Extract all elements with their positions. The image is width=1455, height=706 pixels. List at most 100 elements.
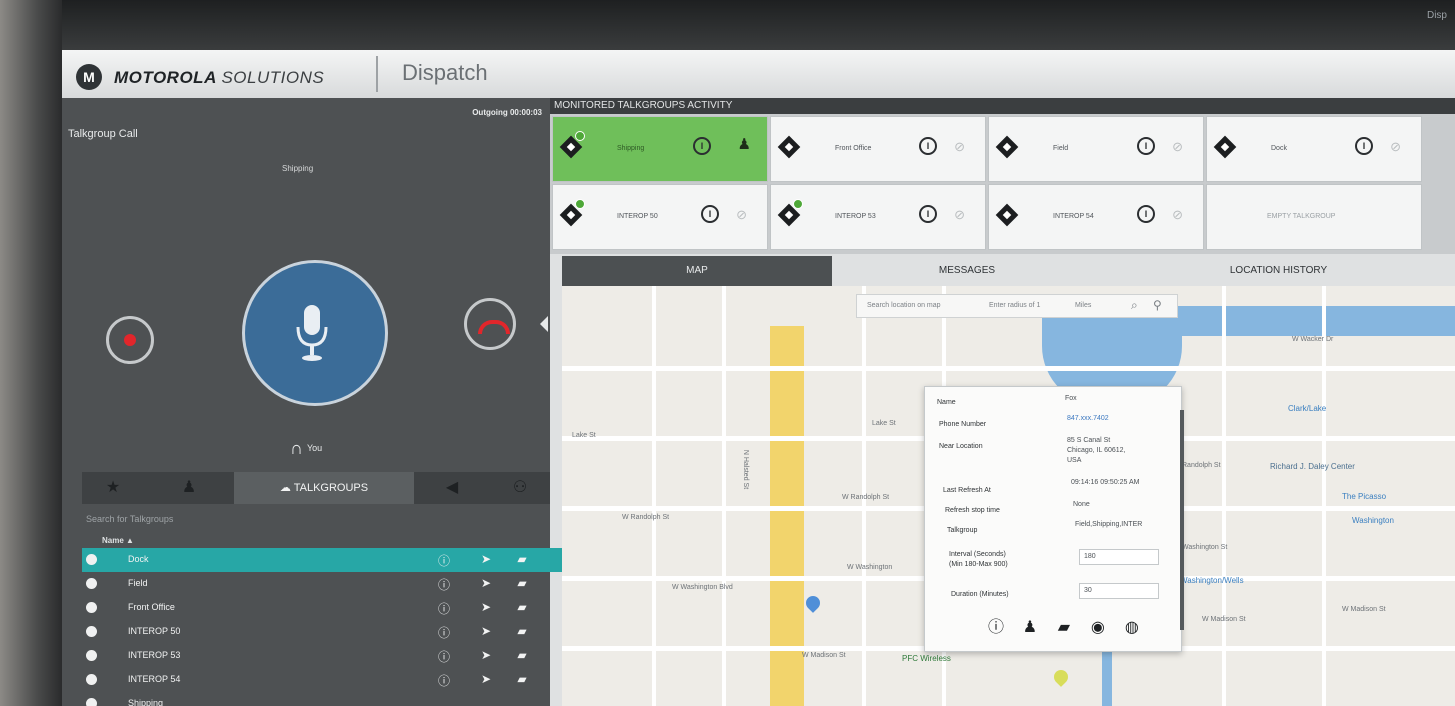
resource-tabs: ★ ♟ ☁ TALKGROUPS ◀ ⚇ (82, 472, 550, 504)
mute-icon[interactable]: ⊘ (1172, 207, 1183, 223)
map-poi[interactable]: Clark/Lake (1288, 404, 1326, 413)
talkgroup-tile[interactable]: INTEROP 50 I ⊘ (552, 184, 768, 250)
radius-unit-select[interactable]: Miles (1075, 302, 1091, 309)
list-item[interactable]: Dock ⓘ ➤ ▰ (82, 548, 570, 572)
map-poi[interactable]: The Picasso (1342, 492, 1386, 501)
alert-bell-icon[interactable]: ♟ (1019, 617, 1041, 639)
near-location-line3: USA (1067, 457, 1082, 464)
duration-input[interactable]: 30 (1079, 583, 1159, 599)
sort-by-name[interactable]: Name ▲ (102, 536, 134, 545)
mute-icon[interactable]: ⊘ (1390, 139, 1401, 155)
message-icon[interactable]: ▰ (514, 672, 530, 686)
ptt-icon[interactable]: I (919, 137, 937, 155)
phone-value[interactable]: 847.xxx.7402 (1067, 415, 1109, 422)
empty-talkgroup-tile[interactable]: EMPTY TALKGROUP (1206, 184, 1422, 250)
ptt-icon[interactable]: ⓘ (436, 600, 452, 617)
ptt-icon[interactable]: ⓘ (436, 576, 452, 593)
message-icon[interactable]: ▰ (514, 624, 530, 638)
ptt-icon[interactable]: ⓘ (985, 617, 1007, 639)
unit-location-marker-icon[interactable] (1051, 667, 1071, 687)
call-icon[interactable]: ◉ (1087, 617, 1109, 639)
tab-map[interactable]: MAP (562, 256, 832, 286)
mute-icon[interactable]: ⊘ (954, 207, 965, 223)
tab-contacts[interactable]: ⚇ (490, 472, 550, 504)
ptt-icon[interactable]: ⓘ (436, 624, 452, 641)
message-icon[interactable]: ▰ (1053, 617, 1075, 639)
street-label: Randolph St (1182, 462, 1221, 469)
ptt-icon[interactable]: I (1137, 137, 1155, 155)
location-arrow-icon[interactable]: ➤ (478, 600, 494, 614)
tab-messages[interactable]: MESSAGES (832, 256, 1102, 286)
tab-location-history[interactable]: LOCATION HISTORY (1102, 256, 1455, 286)
mute-icon[interactable]: ⊘ (954, 139, 965, 155)
location-arrow-icon[interactable]: ➤ (478, 624, 494, 638)
location-arrow-icon[interactable]: ➤ (478, 576, 494, 590)
map-search-input[interactable]: Search location on map (867, 302, 941, 309)
app-header: M MOTOROLA SOLUTIONS Dispatch (62, 50, 1455, 99)
list-item[interactable]: Field ⓘ ➤ ▰ (82, 572, 570, 596)
list-item[interactable]: Front Office ⓘ ➤ ▰ (82, 596, 570, 620)
message-icon[interactable]: ▰ (514, 576, 530, 590)
tab-users[interactable]: ♟ (144, 472, 234, 504)
talkgroup-tile[interactable]: Shipping I ♟ (552, 116, 768, 182)
list-item[interactable]: Shipping (82, 692, 570, 706)
collapse-panel-arrow[interactable] (540, 316, 548, 332)
ptt-icon[interactable]: ⓘ (436, 672, 452, 689)
record-button[interactable] (106, 316, 154, 364)
message-icon[interactable]: ▰ (514, 552, 530, 566)
speaker-person-icon: ♟ (737, 136, 751, 153)
tab-favorites[interactable]: ★ (82, 472, 144, 504)
megaphone-icon: ◀ (445, 479, 459, 496)
message-icon[interactable]: ▰ (514, 648, 530, 662)
ptt-icon[interactable]: I (693, 137, 711, 155)
list-item[interactable]: INTEROP 50 ⓘ ➤ ▰ (82, 620, 570, 644)
ptt-icon[interactable]: ⓘ (436, 648, 452, 665)
mute-icon[interactable]: ⊘ (1172, 139, 1183, 155)
list-item[interactable]: INTEROP 53 ⓘ ➤ ▰ (82, 644, 570, 668)
contacts-icon: ⚇ (512, 479, 528, 496)
map-marker-icon[interactable] (803, 593, 823, 613)
location-arrow-icon[interactable]: ➤ (478, 648, 494, 662)
end-call-button[interactable] (464, 298, 516, 350)
tab-talkgroups[interactable]: ☁ TALKGROUPS (234, 472, 414, 504)
talkgroup-tile[interactable]: Dock I ⊘ (1206, 116, 1422, 182)
talkgroup-value: Field,Shipping,INTER (1075, 521, 1143, 528)
message-icon[interactable]: ▰ (514, 600, 530, 614)
map-poi[interactable]: Washington/Wells (1180, 576, 1244, 585)
status-dot-icon (86, 650, 97, 661)
ptt-icon[interactable]: I (701, 205, 719, 223)
location-arrow-icon[interactable]: ➤ (478, 552, 494, 566)
talkgroup-tile[interactable]: INTEROP 54 I ⊘ (988, 184, 1204, 250)
mute-icon[interactable]: ⊘ (736, 207, 747, 223)
you-label: You (306, 442, 323, 453)
monitor-icon[interactable]: ◍ (1121, 617, 1143, 639)
ptt-icon[interactable]: I (1137, 205, 1155, 223)
hang-up-icon (478, 320, 510, 334)
list-item[interactable]: INTEROP 54 ⓘ ➤ ▰ (82, 668, 570, 692)
interval-input[interactable]: 180 (1079, 549, 1159, 565)
location-arrow-icon[interactable]: ➤ (478, 672, 494, 686)
monitored-talkgroups-grid: Shipping I ♟ Front Office I ⊘ Field I ⊘ … (550, 114, 1455, 254)
talkgroup-tile[interactable]: Front Office I ⊘ (770, 116, 986, 182)
status-dot-icon (86, 554, 97, 565)
search-icon[interactable]: ⌕ (1131, 298, 1138, 313)
ptt-icon[interactable]: I (919, 205, 937, 223)
last-refresh-label: Last Refresh At (943, 487, 991, 494)
popup-scrollbar[interactable] (1180, 410, 1184, 630)
push-to-talk-button[interactable] (242, 260, 388, 406)
tab-talkgroups-label: TALKGROUPS (293, 482, 369, 494)
talkgroup-search-input[interactable]: Search for Talkgroups (86, 514, 173, 524)
ptt-icon[interactable]: I (1355, 137, 1373, 155)
talkgroup-tile[interactable]: INTEROP 53 I ⊘ (770, 184, 986, 250)
user-icon: ♟ (181, 479, 197, 496)
map-view[interactable]: Lake St Lake St W Randolph St W Randolph… (562, 286, 1455, 706)
radius-input[interactable]: Enter radius of 1 (989, 302, 1040, 309)
pin-icon[interactable]: ⚲ (1153, 298, 1162, 312)
talkgroup-name: Front Office (128, 602, 175, 612)
map-poi[interactable]: Richard J. Daley Center (1270, 462, 1355, 471)
talkgroup-tile[interactable]: Field I ⊘ (988, 116, 1204, 182)
map-poi[interactable]: PFC Wireless (902, 654, 951, 663)
tab-announcements[interactable]: ◀ (414, 472, 490, 504)
map-poi[interactable]: Washington (1352, 516, 1394, 525)
ptt-icon[interactable]: ⓘ (436, 552, 452, 569)
